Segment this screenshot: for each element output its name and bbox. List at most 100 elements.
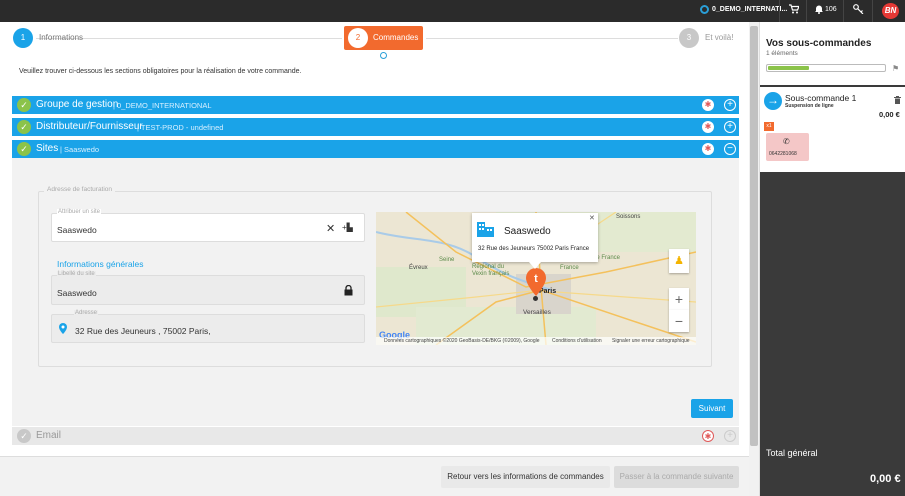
lock-icon [344, 284, 353, 298]
collapse-icon[interactable]: − [724, 143, 736, 155]
required-star-icon: ✱ [702, 121, 714, 133]
finish-flag-icon: ⚑ [892, 64, 900, 73]
step-2-circle: 2 [348, 28, 368, 48]
location-pin-icon [59, 323, 67, 336]
trash-icon[interactable] [894, 96, 901, 106]
progress-fill [768, 66, 809, 70]
map-report-link[interactable]: Signaler une erreur cartographique [612, 338, 690, 344]
step-indicator [380, 52, 387, 59]
general-info-heading: Informations générales [57, 259, 144, 269]
required-star-icon: ✱ [702, 143, 714, 155]
bell-icon[interactable] [814, 4, 824, 17]
panel-title: Vos sous-commandes [766, 38, 872, 49]
step-2-active[interactable]: 2 Commandes [344, 26, 423, 50]
key-icon[interactable] [853, 4, 864, 17]
map-attribution: Données cartographiques ©2020 GeoBasis-D… [376, 337, 696, 345]
section-subtitle: | Saaswedo [60, 145, 100, 154]
field-value: 32 Rue des Jeuneurs , 75002 Paris, [75, 326, 211, 336]
subcommand-card[interactable]: → Sous-commande 1 Suspension de ligne 0,… [760, 87, 905, 172]
map-label: Versailles [523, 309, 551, 316]
map-terms-link[interactable]: Conditions d'utilisation [552, 338, 602, 344]
field-value: Saaswedo [57, 225, 97, 235]
section-groupe-de-gestion[interactable]: ✓ Groupe de gestion | 0_DEMO_INTERNATION… [12, 96, 739, 114]
expand-icon[interactable]: + [724, 121, 736, 133]
phone-number: 0642281068 [769, 151, 797, 157]
svg-text:t: t [534, 273, 538, 285]
step-1-circle[interactable]: 1 [13, 28, 33, 48]
org-name: 0_DEMO_INTERNATI... [712, 6, 788, 13]
scrollbar-thumb[interactable] [750, 26, 758, 446]
top-bar: 0_DEMO_INTERNATI... 106 BN [0, 0, 905, 22]
step-line [426, 38, 678, 39]
section-title: Distributeur/Fournisseur [36, 121, 143, 132]
expand-icon[interactable]: + [724, 430, 736, 442]
step-3-label[interactable]: Et voilà! [705, 33, 733, 42]
subcommand-name: Sous-commande 1 [785, 93, 857, 103]
org-icon [700, 5, 709, 14]
map-marker-icon[interactable]: t [526, 268, 546, 298]
map-attribution-text: Données cartographiques ©2020 GeoBasis-D… [384, 338, 540, 344]
step-3-circle[interactable]: 3 [679, 28, 699, 48]
back-to-order-info-button[interactable]: Retour vers les informations de commande… [441, 466, 610, 488]
check-icon: ✓ [17, 142, 31, 156]
progress-bar [766, 64, 886, 72]
section-sites[interactable]: ✓ Sites | Saaswedo ✱ − [12, 140, 739, 158]
map-info-popup: Saaswedo 32 Rue des Jeuneurs 75002 Paris… [472, 213, 598, 262]
map-label: Seine [439, 257, 455, 263]
scrollbar[interactable] [749, 22, 759, 496]
add-site-icon[interactable]: +▙ [342, 223, 353, 232]
fieldset-legend: Adresse de facturation [44, 186, 116, 193]
section-title: Sites [36, 143, 59, 154]
map-label: Soissons [616, 214, 641, 220]
building-icon [477, 220, 494, 239]
org-selector[interactable]: 0_DEMO_INTERNATI... [700, 5, 787, 14]
assign-site-field[interactable]: Attribuer un site Saaswedo ✕ +▙ [51, 209, 365, 242]
map-label: Vexin français [472, 271, 510, 277]
field-label: Libellé du site [57, 271, 96, 277]
brand-logo[interactable]: BN [882, 3, 899, 19]
subcommands-panel: Vos sous-commandes 1 éléments ⚑ → Sous-c… [760, 22, 905, 496]
section-email[interactable]: ✓ Email ✱ + [12, 427, 739, 445]
line-tile[interactable]: ✆ 0642281068 [766, 133, 809, 161]
site-label-field: Libellé du site Saaswedo [51, 271, 365, 305]
section-distributeur[interactable]: ✓ Distributeur/Fournisseur | TEST-PROD -… [12, 118, 739, 136]
divider [843, 0, 844, 22]
check-icon: ✓ [17, 429, 31, 443]
stepper: 1 Informations 2 Commandes 3 Et voilà! [0, 22, 748, 62]
panel-footer: Total général 0,00 € [760, 442, 905, 496]
divider [779, 0, 780, 22]
address-field: Adresse 32 Rue des Jeuneurs , 75002 Pari… [51, 310, 365, 343]
suivant-button[interactable]: Suivant [691, 399, 733, 418]
required-star-icon: ✱ [702, 99, 714, 111]
field-label: Attribuer un site [57, 209, 102, 215]
zoom-out-button[interactable]: − [669, 310, 689, 332]
zoom-in-button[interactable]: + [669, 288, 689, 310]
notifications-count: 106 [825, 6, 837, 13]
section-title: Email [36, 430, 62, 441]
next-order-button[interactable]: Passer à la commande suivante [614, 466, 739, 488]
map-label: France [560, 265, 579, 271]
intro-text: Veuillez trouver ci-dessous les sections… [19, 68, 302, 75]
total-label: Total général [766, 448, 818, 458]
check-icon: ✓ [17, 120, 31, 134]
panel-header: Vos sous-commandes 1 éléments ⚑ [760, 22, 905, 85]
map-label: Évreux [409, 265, 428, 271]
map-label: Régional du [472, 264, 505, 270]
clear-icon[interactable]: ✕ [326, 222, 335, 235]
subcommand-type: Suspension de ligne [785, 103, 834, 109]
phone-icon: ✆ [783, 137, 790, 146]
street-view-icon[interactable]: ♟ [669, 249, 689, 273]
cart-icon[interactable] [789, 4, 800, 17]
panel-count: 1 éléments [766, 50, 798, 57]
popup-close-icon[interactable]: ✕ [589, 214, 595, 222]
expand-icon[interactable]: + [724, 99, 736, 111]
total-value: 0,00 € [870, 473, 901, 485]
field-label: Adresse [74, 310, 99, 316]
popup-title: Saaswedo [504, 226, 551, 237]
step-1-label[interactable]: Informations [39, 33, 83, 42]
arrow-right-icon: → [764, 92, 782, 110]
section-subtitle: | 0_DEMO_INTERNATIONAL [113, 101, 212, 110]
section-subtitle: | TEST-PROD - undefined [137, 123, 224, 132]
map-center-dot [533, 296, 538, 301]
divider [806, 0, 807, 22]
